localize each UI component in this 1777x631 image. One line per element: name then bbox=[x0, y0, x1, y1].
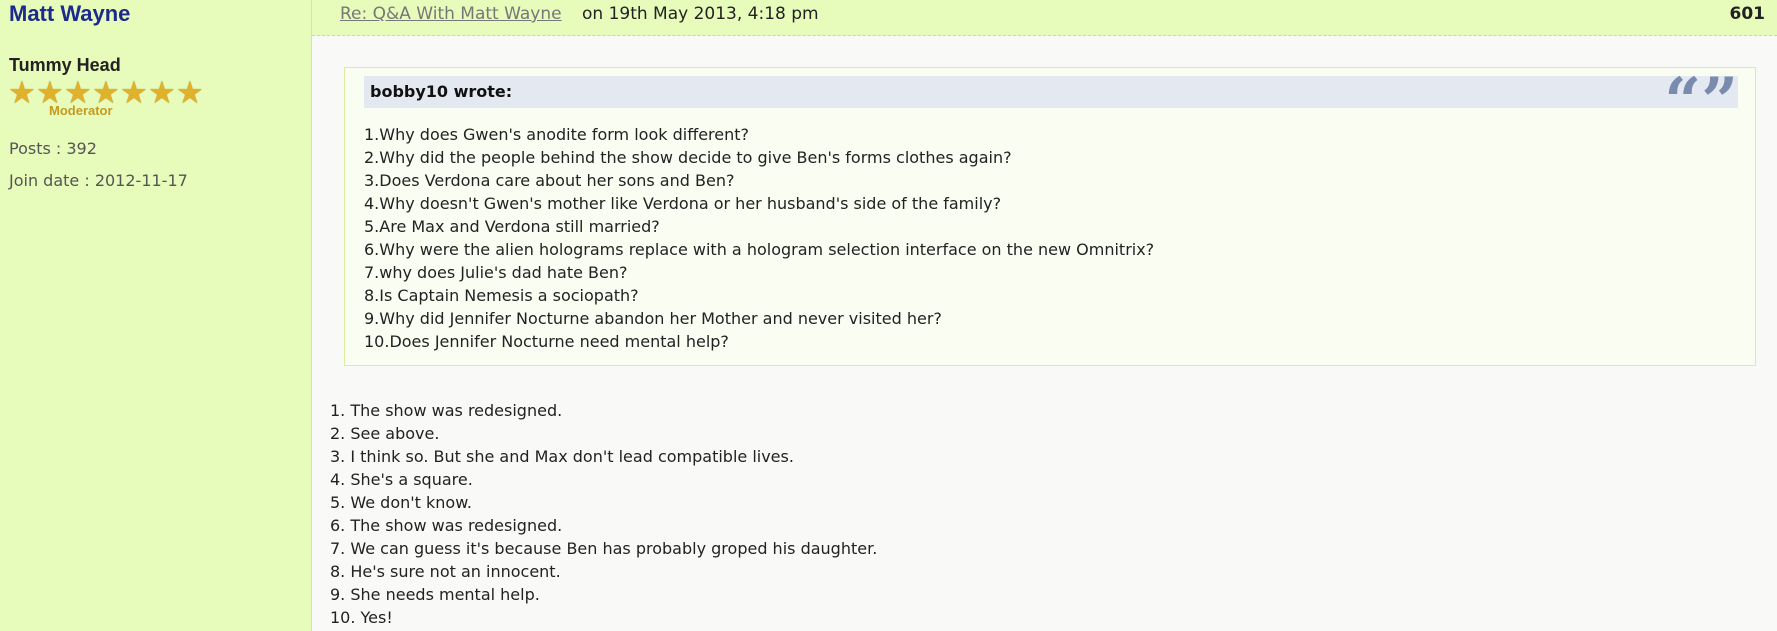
post-header: Re: Q&A With Matt Wayne on 19th May 2013… bbox=[312, 0, 1777, 36]
quote-header: bobby10 wrote: “” bbox=[364, 70, 1738, 134]
answer-line: 10. Yes! bbox=[330, 608, 393, 627]
quote-line: 8.Is Captain Nemesis a sociopath? bbox=[364, 286, 639, 305]
quote-line: 5.Are Max and Verdona still married? bbox=[364, 217, 660, 236]
quote-author: bobby10 wrote: bbox=[370, 82, 513, 101]
rank-label: Moderator bbox=[49, 103, 113, 118]
quote-content: 1.Why does Gwen's anodite form look diff… bbox=[364, 123, 1154, 353]
star-icon: ★ bbox=[8, 75, 36, 111]
answer-line: 3. I think so. But she and Max don't lea… bbox=[330, 447, 794, 466]
answer-line: 4. She's a square. bbox=[330, 470, 473, 489]
post-timestamp: on 19th May 2013, 4:18 pm bbox=[582, 4, 819, 24]
quote-line: 7.why does Julie's dad hate Ben? bbox=[364, 263, 628, 282]
answer-line: 2. See above. bbox=[330, 424, 440, 443]
star-icon: ★ bbox=[176, 75, 204, 111]
answer-line: 9. She needs mental help. bbox=[330, 585, 540, 604]
answer-line: 5. We don't know. bbox=[330, 493, 472, 512]
rank-title: Tummy Head bbox=[9, 55, 121, 75]
answer-line: 1. The show was redesigned. bbox=[330, 401, 563, 420]
answer-line: 8. He's sure not an innocent. bbox=[330, 562, 561, 581]
quote-line: 6.Why were the alien holograms replace w… bbox=[364, 240, 1155, 259]
join-date: Join date : 2012-11-17 bbox=[9, 171, 188, 190]
quote-line: 4.Why doesn't Gwen's mother like Verdona… bbox=[364, 194, 1002, 213]
star-icon: ★ bbox=[148, 75, 176, 111]
quote-line: 2.Why did the people behind the show dec… bbox=[364, 148, 1012, 167]
quote-line: 9.Why did Jennifer Nocturne abandon her … bbox=[364, 309, 942, 328]
quote-line: 10.Does Jennifer Nocturne need mental he… bbox=[364, 332, 729, 351]
author-name[interactable]: Matt Wayne bbox=[9, 1, 130, 27]
author-sidebar: Matt Wayne Tummy Head ★ ★ ★ ★ ★ ★ ★ Mode… bbox=[0, 0, 312, 631]
post-number[interactable]: 601 bbox=[1730, 4, 1766, 24]
quote-line: 1.Why does Gwen's anodite form look diff… bbox=[364, 125, 750, 144]
post-body: 1. The show was redesigned. 2. See above… bbox=[330, 399, 877, 629]
post-count: Posts : 392 bbox=[9, 139, 97, 158]
quote-line: 3.Does Verdona care about her sons and B… bbox=[364, 171, 735, 190]
post-title-link[interactable]: Re: Q&A With Matt Wayne bbox=[340, 4, 562, 24]
rank-stars: ★ ★ ★ ★ ★ ★ ★ bbox=[8, 78, 218, 130]
quote-box: bobby10 wrote: “” 1.Why does Gwen's anod… bbox=[344, 67, 1756, 366]
star-icon: ★ bbox=[120, 75, 148, 111]
quote-marks-icon: “” bbox=[1664, 64, 1738, 139]
answer-line: 6. The show was redesigned. bbox=[330, 516, 563, 535]
answer-line: 7. We can guess it's because Ben has pro… bbox=[330, 539, 878, 558]
